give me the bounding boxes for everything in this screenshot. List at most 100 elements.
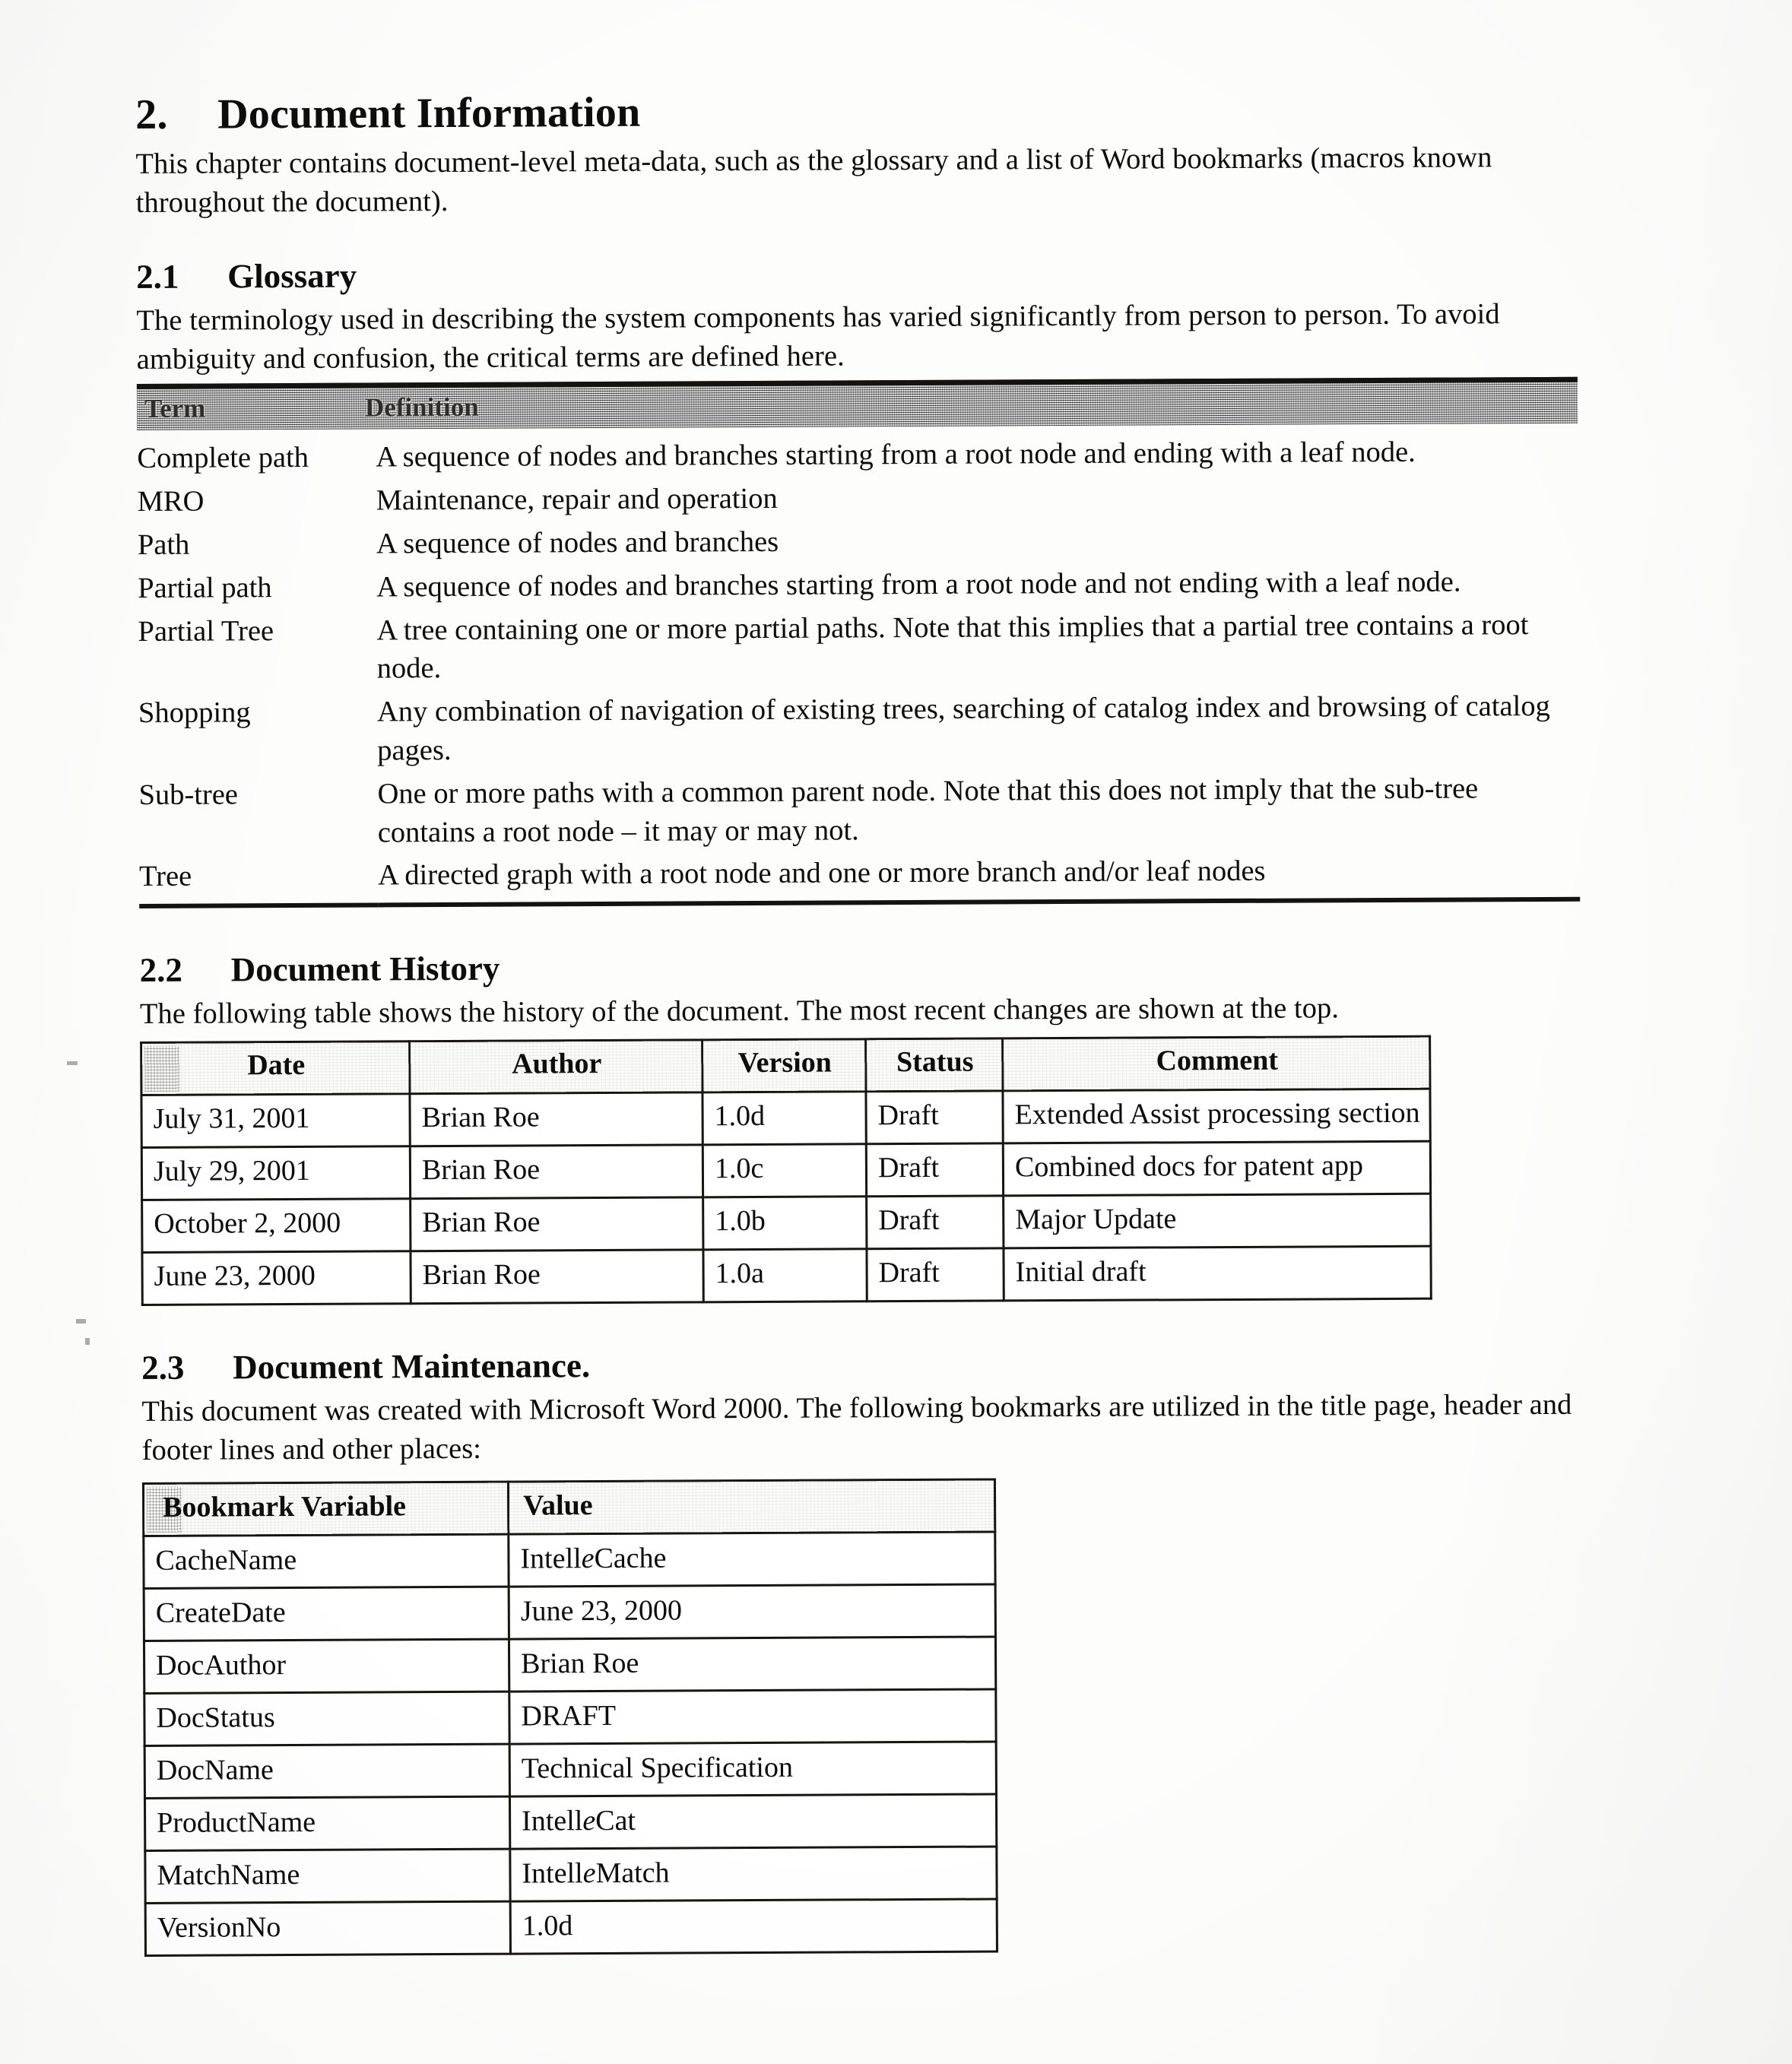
document-history-table: Date Author Version Status Comment July … xyxy=(140,1035,1432,1307)
scan-artifact xyxy=(67,1061,78,1065)
bookmark-cell-value: Brian Roe xyxy=(509,1637,996,1692)
history-table-header-row: Date Author Version Status Comment xyxy=(141,1036,1430,1095)
glossary-definition: A tree containing one or more partial pa… xyxy=(376,608,1529,685)
glossary-term: Tree xyxy=(138,855,379,907)
bookmark-cell-variable: DocStatus xyxy=(144,1691,510,1746)
history-cell-author: Brian Roe xyxy=(410,1145,703,1199)
history-cell-date: July 29, 2001 xyxy=(141,1146,411,1200)
glossary-term: MRO xyxy=(137,485,205,518)
chapter-title: Document Information xyxy=(217,88,641,138)
history-cell-author: Brian Roe xyxy=(410,1197,703,1251)
scan-artifact xyxy=(85,1338,90,1345)
glossary-header-band: Term Definition xyxy=(136,377,1578,431)
glossary-intro-paragraph: The terminology used in describing the s… xyxy=(136,298,1500,376)
chapter-intro-paragraph: This chapter contains document-level met… xyxy=(135,141,1492,219)
bookmark-cell-variable: CreateDate xyxy=(144,1587,509,1641)
table-row: Partial path A sequence of nodes and bra… xyxy=(138,561,1578,611)
table-row: Sub-tree One or more paths with a common… xyxy=(138,769,1580,858)
glossary-table: Term Definition Complete path A sequence… xyxy=(136,377,1581,908)
table-row: October 2, 2000 Brian Roe 1.0b Draft Maj… xyxy=(141,1194,1431,1253)
glossary-term: Partial path xyxy=(138,571,272,604)
table-row: ProductName IntelleCat xyxy=(144,1794,997,1851)
bookmark-value-pre: Intell xyxy=(522,1804,583,1837)
history-cell-version: 1.0c xyxy=(703,1143,867,1198)
glossary-header-definition: Definition xyxy=(364,392,479,423)
table-row: Shopping Any combination of navigation o… xyxy=(138,686,1580,775)
history-cell-date: October 2, 2000 xyxy=(141,1198,411,1253)
glossary-table-header-row: Term Definition xyxy=(136,377,1578,431)
bookmark-value-italic: e xyxy=(582,1856,596,1889)
bookmark-variables-table: Bookmark Variable Value CacheName Intell… xyxy=(141,1478,998,1958)
section-title-document-history: Document History xyxy=(230,949,500,989)
glossary-definition: A sequence of nodes and branches startin… xyxy=(376,436,1416,474)
glossary-term: Sub-tree xyxy=(138,778,239,811)
history-cell-status: Draft xyxy=(866,1248,1004,1301)
history-cell-comment: Major Update xyxy=(1003,1194,1431,1249)
table-row: CacheName IntelleCache xyxy=(143,1532,996,1589)
history-cell-date: July 31, 2001 xyxy=(141,1093,411,1148)
bookmark-header-variable: Bookmark Variable xyxy=(143,1482,509,1536)
glossary-term: Partial Tree xyxy=(138,614,274,648)
bookmark-value-post: Match xyxy=(595,1856,670,1889)
section-number-2-3: 2.3 xyxy=(141,1348,185,1387)
page-title: 2. Document Information xyxy=(135,84,1595,139)
history-cell-author: Brian Roe xyxy=(409,1092,703,1146)
bookmark-value-italic: e xyxy=(581,1542,595,1574)
bookmark-cell-variable: MatchName xyxy=(144,1849,511,1904)
glossary-term: Complete path xyxy=(137,442,309,475)
document-body: 2. Document Information This chapter con… xyxy=(135,84,1604,1958)
bookmark-value-pre: 1.0d xyxy=(522,1909,573,1942)
table-row: July 29, 2001 Brian Roe 1.0c Draft Combi… xyxy=(141,1141,1431,1200)
history-cell-comment: Extended Assist processing section xyxy=(1002,1089,1431,1144)
glossary-definition: Maintenance, repair and operation xyxy=(376,482,778,517)
history-header-date: Date xyxy=(141,1041,410,1095)
glossary-term: Shopping xyxy=(138,696,251,730)
section-heading-glossary: 2.1 Glossary xyxy=(136,251,1596,297)
scan-speckle xyxy=(146,1487,182,1533)
table-row: MatchName IntelleMatch xyxy=(144,1847,997,1904)
glossary-header-term: Term xyxy=(144,393,206,424)
history-header-status: Status xyxy=(865,1038,1003,1092)
history-cell-version: 1.0d xyxy=(702,1091,867,1146)
bookmark-cell-variable: VersionNo xyxy=(145,1901,511,1956)
table-row: July 31, 2001 Brian Roe 1.0d Draft Exten… xyxy=(141,1089,1431,1148)
history-cell-date: June 23, 2000 xyxy=(141,1251,411,1305)
table-row: DocStatus DRAFT xyxy=(144,1689,997,1746)
bookmark-cell-variable: ProductName xyxy=(144,1796,510,1851)
glossary-definition: A sequence of nodes and branches startin… xyxy=(376,566,1461,604)
table-row: VersionNo 1.0d xyxy=(145,1899,997,1956)
scan-speckle xyxy=(144,1045,180,1092)
history-cell-version: 1.0a xyxy=(703,1248,867,1303)
bookmark-cell-value: Technical Specification xyxy=(509,1742,997,1797)
table-row: Tree A directed graph with a root node a… xyxy=(138,850,1581,907)
section-title-document-maintenance: Document Maintenance. xyxy=(233,1346,591,1387)
history-cell-status: Draft xyxy=(866,1196,1004,1249)
table-row: Complete path A sequence of nodes and br… xyxy=(137,423,1578,482)
bookmark-value-pre: Intell xyxy=(522,1856,583,1890)
maintenance-intro-paragraph: This document was created with Microsoft… xyxy=(141,1388,1572,1467)
bookmark-cell-variable: CacheName xyxy=(143,1534,509,1589)
bookmark-value-pre: Intell xyxy=(520,1542,582,1575)
glossary-term: Path xyxy=(137,528,190,561)
bookmark-cell-variable: DocName xyxy=(144,1744,510,1799)
glossary-definition: One or more paths with a common parent n… xyxy=(377,772,1479,849)
history-header-date-label: Date xyxy=(247,1049,306,1082)
glossary-header-band-cell: Term Definition xyxy=(136,377,1578,431)
history-cell-status: Draft xyxy=(866,1143,1004,1197)
history-intro-paragraph: The following table shows the history of… xyxy=(139,992,1340,1030)
bookmark-cell-value: June 23, 2000 xyxy=(509,1584,996,1640)
section-number-2-1: 2.1 xyxy=(136,257,179,296)
bookmark-value-pre: June 23, 2000 xyxy=(520,1594,683,1628)
history-header-author: Author xyxy=(409,1040,703,1094)
bookmark-cell-value: 1.0d xyxy=(510,1899,997,1955)
bookmark-cell-value: IntelleCat xyxy=(509,1794,997,1850)
bookmark-cell-value: DRAFT xyxy=(509,1689,997,1745)
table-row: MRO Maintenance, repair and operation xyxy=(138,475,1578,525)
history-header-comment: Comment xyxy=(1002,1036,1430,1092)
bookmark-cell-value: IntelleCache xyxy=(508,1532,996,1587)
bookmark-value-post: Cache xyxy=(594,1542,667,1574)
table-row: June 23, 2000 Brian Roe 1.0a Draft Initi… xyxy=(141,1246,1432,1305)
table-row: Partial Tree A tree containing one or mo… xyxy=(138,604,1579,693)
bookmark-value-pre: DRAFT xyxy=(521,1699,617,1733)
glossary-definition: Any combination of navigation of existin… xyxy=(376,690,1550,767)
